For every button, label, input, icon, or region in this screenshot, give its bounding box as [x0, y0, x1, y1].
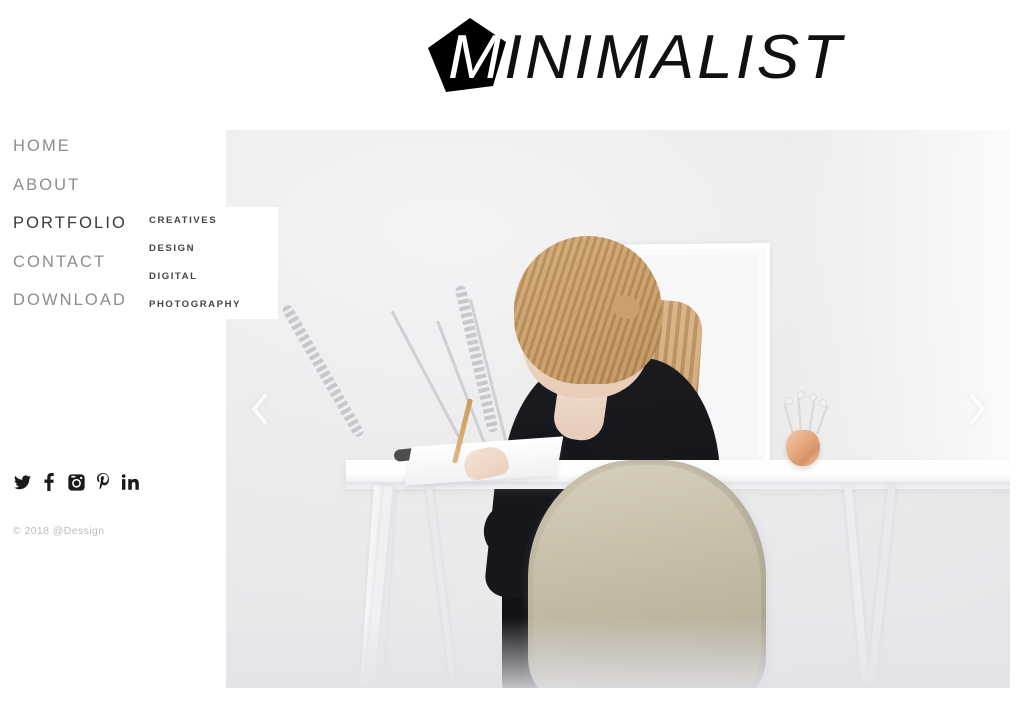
copyright-text: © 2018 @Dessign — [13, 525, 105, 537]
floor-shadow — [226, 618, 1010, 688]
twitter-icon[interactable] — [13, 472, 31, 492]
slider-next-button[interactable] — [958, 386, 996, 432]
submenu-item-digital[interactable]: DIGITAL — [149, 272, 278, 282]
page-root: MINIMALIST HOME ABOUT PORTFOLIO CONTACT … — [0, 0, 1024, 726]
nav-item-about[interactable]: ABOUT — [13, 176, 223, 194]
pinterest-icon[interactable] — [94, 472, 112, 492]
flower-bud — [820, 400, 826, 406]
logo-wordmark: MINIMALIST — [448, 27, 844, 89]
flower-bud — [786, 398, 792, 404]
chevron-left-icon — [251, 394, 267, 424]
social-links — [13, 472, 139, 492]
flower-bud — [810, 394, 816, 400]
flower-bud — [798, 392, 804, 398]
logo-first-letter: M — [448, 23, 505, 92]
copper-vase — [786, 430, 820, 466]
logo-rest-letters: INIMALIST — [504, 23, 845, 92]
hero-slider — [226, 130, 1010, 688]
nav-item-home[interactable]: HOME — [13, 138, 223, 155]
hero-slide-image — [226, 130, 1010, 688]
submenu-item-design[interactable]: DESIGN — [149, 244, 278, 254]
site-header: MINIMALIST — [0, 0, 1024, 120]
portfolio-submenu: CREATIVES DESIGN DIGITAL PHOTOGRAPHY — [140, 207, 278, 319]
instagram-icon[interactable] — [67, 472, 85, 492]
site-logo[interactable]: MINIMALIST — [426, 12, 841, 104]
facebook-icon[interactable] — [40, 472, 58, 492]
chevron-right-icon — [969, 394, 985, 424]
linkedin-icon[interactable] — [121, 472, 139, 492]
submenu-item-creatives[interactable]: CREATIVES — [149, 216, 278, 226]
submenu-item-photography[interactable]: PHOTOGRAPHY — [149, 300, 278, 310]
dried-grass-stem — [280, 303, 366, 439]
dried-grass-stem — [454, 284, 499, 434]
person-hair — [514, 236, 662, 384]
slider-prev-button[interactable] — [240, 386, 278, 432]
